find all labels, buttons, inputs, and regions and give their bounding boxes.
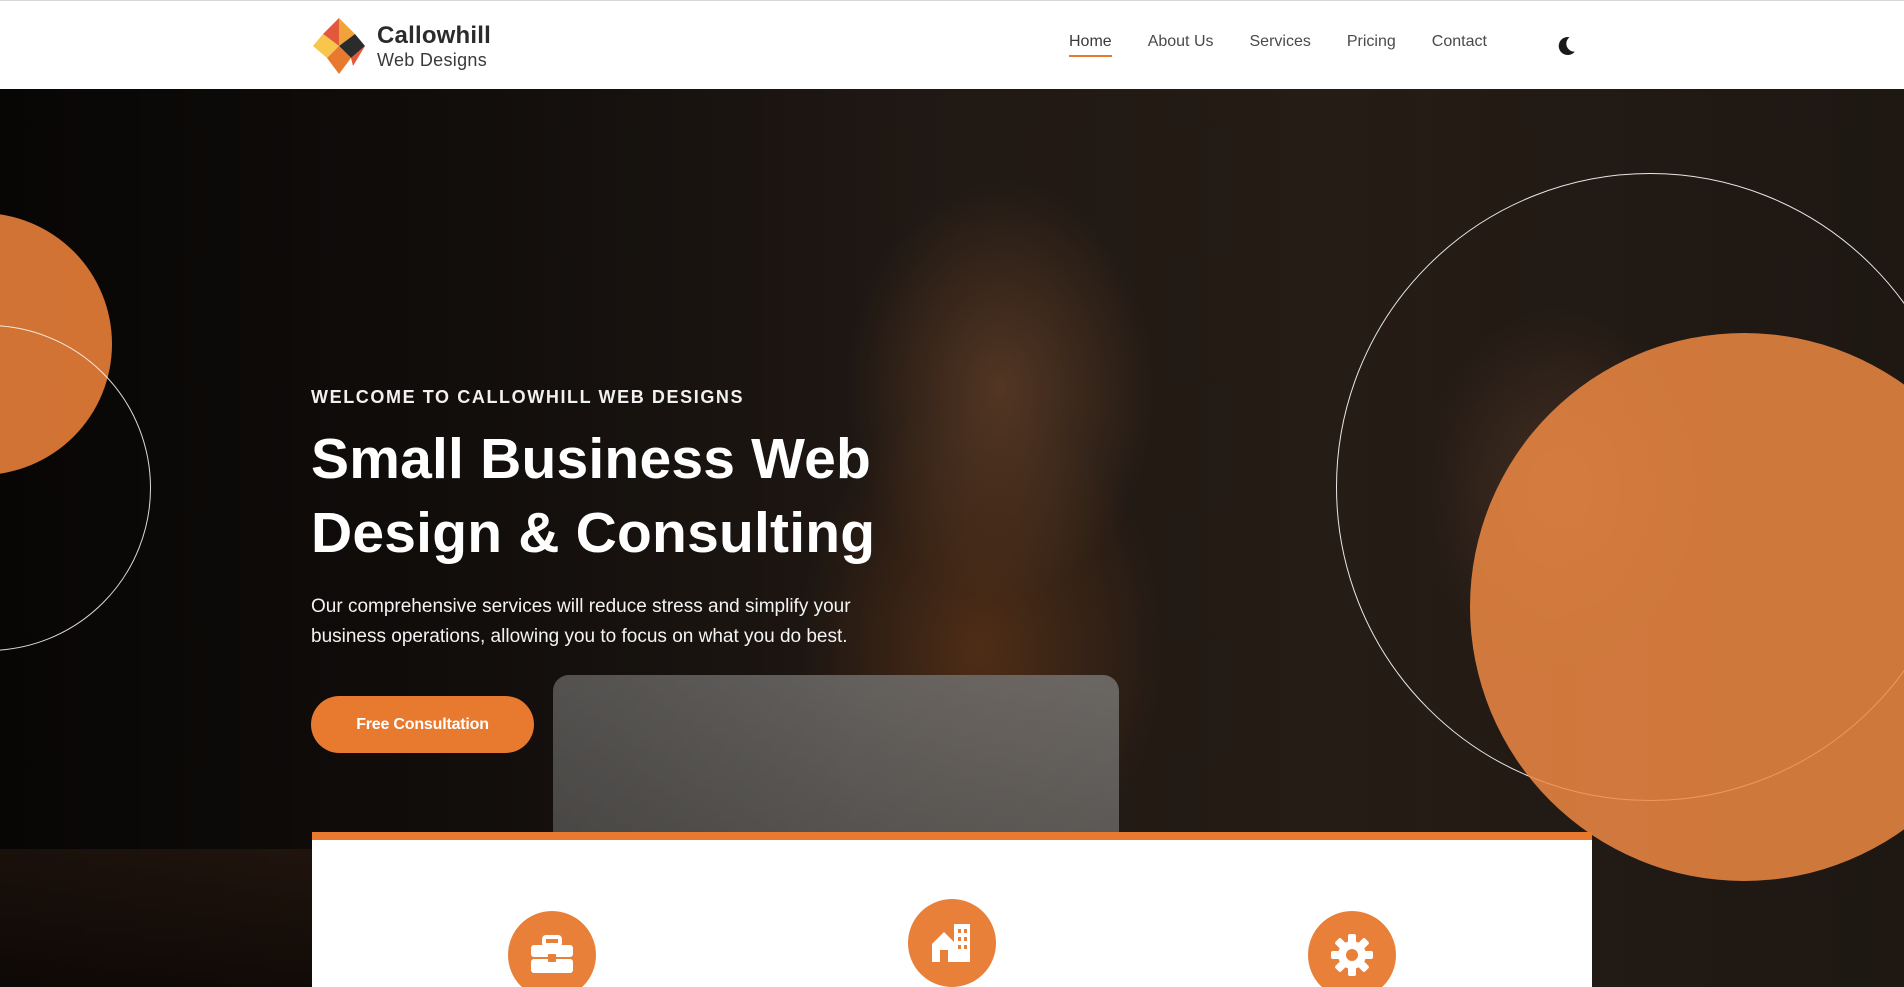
logo-text: Callowhill Web Designs <box>377 21 492 70</box>
services-card <box>312 832 1592 987</box>
service-settings[interactable] <box>1308 911 1396 987</box>
nav-about-us[interactable]: About Us <box>1148 33 1214 57</box>
brand-logo[interactable]: Callowhill Web Designs <box>311 15 491 77</box>
site-header: Callowhill Web Designs Home About Us Ser… <box>0 0 1904 89</box>
hero-content: WELCOME TO CALLOWHILL WEB DESIGNS Small … <box>311 387 951 753</box>
nav-pricing[interactable]: Pricing <box>1347 33 1396 57</box>
building-home-icon <box>932 924 970 962</box>
moon-icon[interactable] <box>1554 34 1578 58</box>
hero-eyebrow: WELCOME TO CALLOWHILL WEB DESIGNS <box>311 387 745 407</box>
service-briefcase[interactable] <box>508 911 596 987</box>
hero-headline: Small Business Web Design & Consulting <box>311 422 951 570</box>
briefcase-icon <box>531 935 573 973</box>
hero-lead: Our comprehensive services will reduce s… <box>311 596 851 647</box>
headline-line-2: Design & Consulting <box>311 501 876 565</box>
main-nav: Home About Us Services Pricing Contact <box>1069 33 1487 57</box>
service-building[interactable] <box>908 899 996 987</box>
gear-icon <box>1331 934 1373 976</box>
headline-line-1: Small Business Web <box>311 427 872 491</box>
nav-services[interactable]: Services <box>1250 33 1311 57</box>
nav-home[interactable]: Home <box>1069 33 1112 57</box>
free-consultation-button[interactable]: Free Consultation <box>311 696 534 753</box>
brand-name: Callowhill <box>377 21 492 49</box>
brand-subtitle: Web Designs <box>377 49 488 70</box>
nav-contact[interactable]: Contact <box>1432 33 1487 57</box>
logo-mark-icon <box>313 18 365 74</box>
